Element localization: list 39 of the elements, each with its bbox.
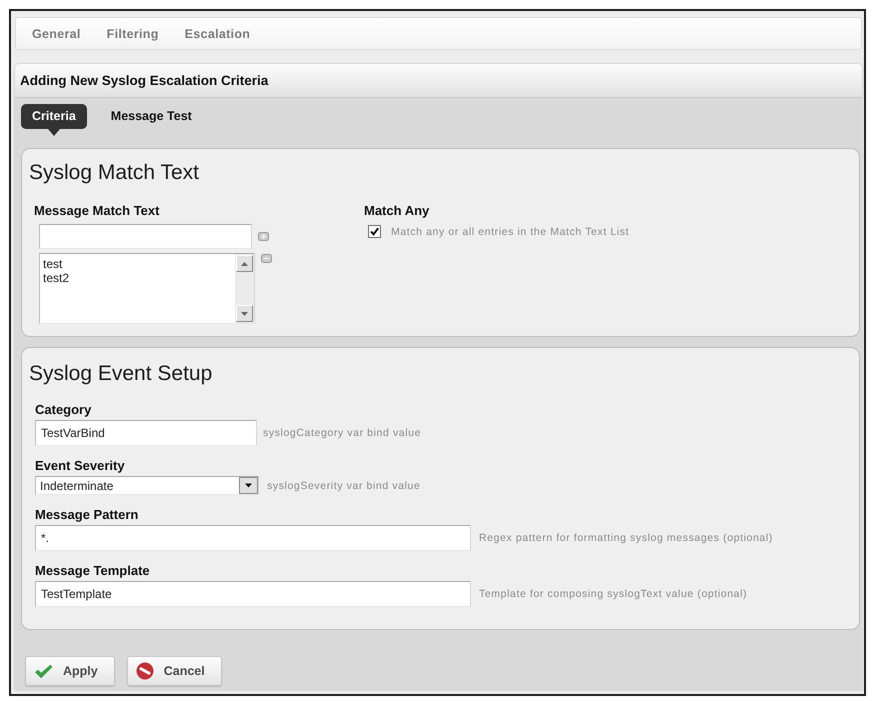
hint-text: Regex pattern for formatting syslog messages (optional)	[479, 532, 773, 544]
checkbox[interactable]	[368, 225, 381, 238]
text-field[interactable]: TestVarBind	[35, 420, 257, 446]
cancel-button[interactable]: Cancel	[126, 656, 222, 686]
checkbox-label: Match any or all entries in the Match Text List	[391, 226, 630, 238]
up-arrow-icon	[241, 262, 248, 266]
scroll-down-button[interactable]	[236, 305, 253, 322]
caret-icon	[239, 477, 258, 494]
text-field[interactable]	[39, 224, 252, 249]
field-label: Event Severity	[35, 458, 125, 474]
apply-button[interactable]: Apply	[25, 656, 115, 686]
check-icon	[34, 664, 53, 678]
field-label: Match Any	[364, 203, 430, 219]
section-title: Syslog Event Setup	[29, 362, 212, 386]
list-item[interactable]: test2	[43, 271, 70, 285]
text-field[interactable]: TestTemplate	[35, 581, 471, 607]
dropdown[interactable]: Indeterminate	[35, 476, 259, 495]
hint-text: Template for composing syslogText value (optional)	[479, 588, 748, 600]
scroll-up-button[interactable]	[236, 255, 253, 272]
tab[interactable]: General	[32, 26, 81, 40]
minus-icon[interactable]	[261, 254, 272, 263]
tab[interactable]: Escalation	[184, 26, 250, 40]
hint-text: syslogSeverity var bind value	[267, 480, 420, 492]
list-item[interactable]: test	[43, 257, 62, 271]
no-entry-icon	[136, 662, 154, 680]
plus-icon[interactable]	[258, 232, 269, 241]
field-label: Category	[35, 402, 92, 418]
field-label: Message Match Text	[34, 203, 160, 219]
panel-title: Adding New Syslog Escalation Criteria	[20, 73, 268, 88]
hint-text: syslogCategory var bind value	[263, 427, 422, 439]
field-label: Message Template	[35, 563, 150, 579]
tab[interactable]: Filtering	[106, 26, 159, 40]
down-arrow-icon	[241, 312, 248, 316]
section-title: Syslog Match Text	[29, 161, 200, 185]
tab[interactable]: Message Test	[100, 104, 203, 129]
text-field[interactable]: *.	[35, 525, 471, 551]
list-box[interactable]: test test2	[39, 253, 255, 324]
scrollbar[interactable]	[235, 254, 254, 323]
field-label: Message Pattern	[35, 507, 138, 523]
